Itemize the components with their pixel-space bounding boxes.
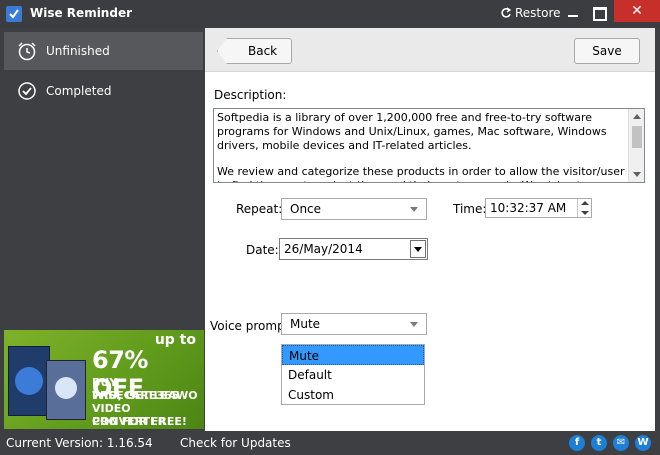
- sidebar-item-label: Unfinished: [46, 44, 110, 58]
- time-value: 10:32:37 AM: [490, 201, 567, 215]
- description-scrollbar[interactable]: [628, 109, 644, 182]
- title-bar: Wise Reminder Restore ✕: [0, 0, 660, 28]
- time-input[interactable]: 10:32:37 AM: [485, 198, 592, 218]
- scroll-thumb[interactable]: [632, 126, 642, 148]
- check-circle-icon: [18, 82, 36, 100]
- dropdown-option-default[interactable]: Default: [282, 365, 424, 385]
- promo-line: PRO, GET LEAWO: [92, 389, 198, 402]
- dropdown-option-mute[interactable]: Mute: [282, 345, 424, 365]
- date-picker[interactable]: 26/May/2014: [279, 238, 428, 260]
- sidebar-item-completed[interactable]: Completed: [4, 72, 203, 110]
- repeat-label: Repeat:: [236, 202, 283, 216]
- scroll-down-icon[interactable]: [633, 172, 641, 177]
- app-checkbox-icon: [6, 6, 22, 22]
- close-icon: ✕: [631, 3, 643, 19]
- voice-prompts-dropdown[interactable]: Mute Default Custom: [281, 344, 425, 405]
- description-textarea[interactable]: Softpedia is a library of over 1,200,000…: [213, 108, 645, 183]
- repeat-select[interactable]: Once: [281, 198, 427, 220]
- alarm-clock-icon: [18, 42, 36, 61]
- promo-line: PRO FOR FREE!: [92, 415, 187, 428]
- spin-down-icon[interactable]: [581, 211, 589, 215]
- description-paragraph: Softpedia is a library of over 1,200,000…: [217, 111, 607, 152]
- description-text: Softpedia is a library of over 1,200,000…: [217, 111, 627, 182]
- calendar-dropdown-icon[interactable]: [410, 240, 426, 258]
- voice-prompts-select[interactable]: Mute: [281, 313, 427, 335]
- check-updates-link[interactable]: Check for Updates: [180, 436, 291, 450]
- promo-banner[interactable]: up to 67% OFF BUY WISECARE365 PRO, GET L…: [4, 330, 204, 429]
- email-icon[interactable]: ✉: [613, 435, 629, 451]
- sidebar-item-unfinished[interactable]: Unfinished: [4, 32, 203, 70]
- save-button[interactable]: Save: [574, 38, 640, 64]
- reminder-editor: Back Save Description: Softpedia is a li…: [205, 28, 655, 431]
- dropdown-option-custom[interactable]: Custom: [282, 385, 424, 405]
- minimize-button[interactable]: [562, 4, 584, 22]
- scroll-up-icon[interactable]: [633, 114, 641, 119]
- version-text: Current Version: 1.16.54: [6, 436, 153, 450]
- time-label: Time:: [453, 202, 487, 216]
- chevron-down-icon: [410, 322, 418, 327]
- wisecleaner-icon[interactable]: W: [635, 435, 651, 451]
- time-spinner[interactable]: [577, 199, 591, 217]
- description-paragraph: We review and categorize these products …: [217, 165, 625, 182]
- spin-up-icon[interactable]: [581, 201, 589, 205]
- maximize-button[interactable]: [588, 4, 610, 22]
- app-title: Wise Reminder: [30, 6, 132, 20]
- restore-button[interactable]: Restore: [500, 4, 561, 22]
- restore-icon: [501, 7, 512, 18]
- editor-toolbar: Back Save: [205, 28, 655, 72]
- video-converter-box-image: [46, 360, 86, 420]
- restore-label: Restore: [515, 6, 561, 20]
- facebook-icon[interactable]: f: [569, 435, 585, 451]
- repeat-value: Once: [290, 202, 322, 216]
- twitter-icon[interactable]: t: [591, 435, 607, 451]
- status-bar: Current Version: 1.16.54 Check for Updat…: [0, 431, 660, 455]
- date-label: Date:: [246, 243, 279, 257]
- sidebar: Unfinished Completed up to 67% OFF BUY W…: [0, 28, 205, 431]
- window-edge: [655, 28, 660, 431]
- chevron-down-icon: [410, 207, 418, 212]
- wisecare-box-image: [8, 346, 50, 416]
- close-button[interactable]: ✕: [614, 0, 660, 22]
- description-label: Description:: [214, 88, 287, 102]
- back-button[interactable]: Back: [217, 38, 292, 64]
- sidebar-item-label: Completed: [46, 84, 112, 98]
- voice-prompts-value: Mute: [290, 317, 321, 331]
- date-value: 26/May/2014: [284, 242, 363, 256]
